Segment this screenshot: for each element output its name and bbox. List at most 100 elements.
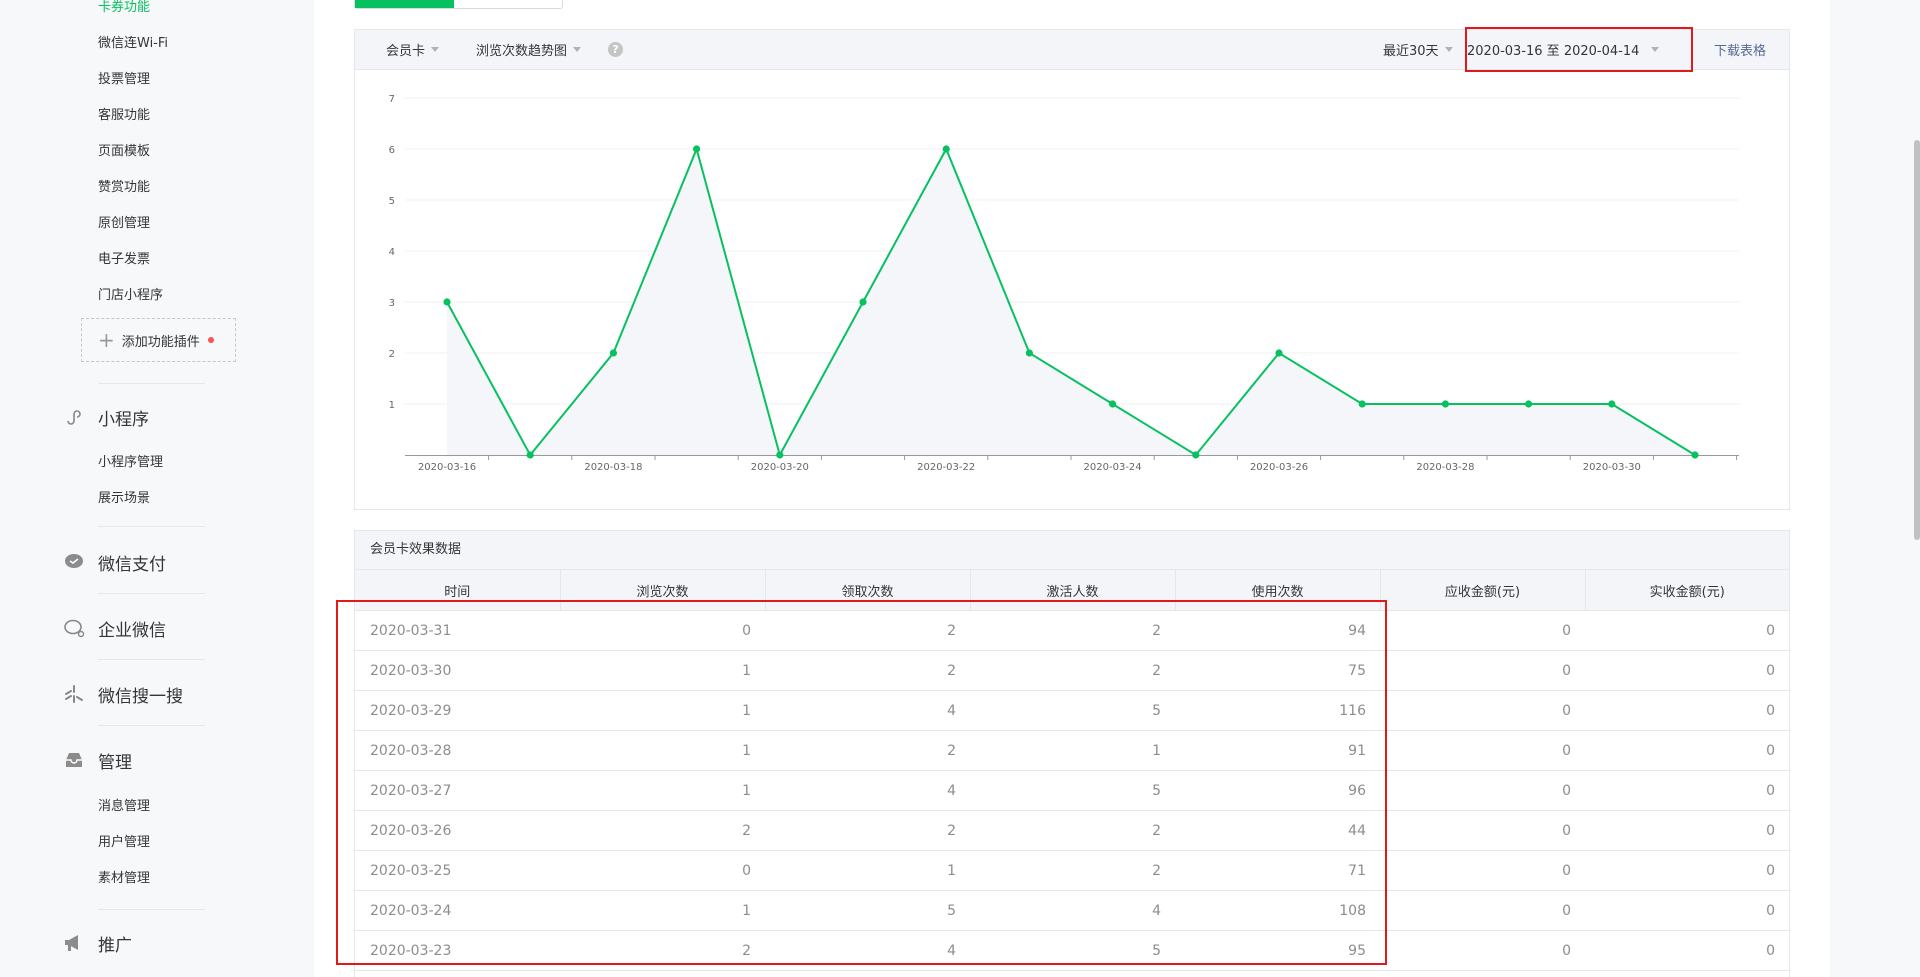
sidebar-item-vote[interactable]: 投票管理 — [98, 68, 150, 87]
period-select[interactable]: 最近30天 — [1383, 30, 1453, 69]
value-cell: 2 — [970, 650, 1175, 691]
table-row: 2020-03-25 0 1 2 71 0 0 — [355, 850, 1789, 891]
sidebar-item-customer-service[interactable]: 客服功能 — [98, 104, 150, 123]
value-cell: 0 — [1380, 890, 1585, 931]
value-cell: 0 — [560, 850, 765, 891]
value-cell: 5 — [765, 890, 970, 931]
sidebar-item-page-template[interactable]: 页面模板 — [98, 140, 150, 159]
column-header: 应收金额(元) — [1380, 570, 1586, 611]
value-cell: 44 — [1175, 810, 1380, 851]
value-cell: 5 — [970, 770, 1175, 811]
y-tick-label: 7 — [389, 94, 395, 105]
data-table-panel: 会员卡效果数据 时间 浏览次数 领取次数 激活人数 使用次数 应收金额(元) 实收金额(元)… — [354, 530, 1790, 977]
y-tick-label: 2 — [389, 349, 395, 360]
chevron-down-icon — [431, 47, 440, 52]
table-row: 2020-03-23 2 4 5 95 0 0 — [355, 930, 1789, 971]
sidebar-item-reward[interactable]: 赞赏功能 — [98, 176, 150, 195]
sidebar-section-mini-program[interactable]: 小程序 — [62, 404, 149, 430]
section-title: 管理 — [98, 752, 132, 773]
section-title: 小程序 — [98, 409, 149, 430]
sidebar-item-store-mini-program[interactable]: 门店小程序 — [98, 284, 163, 303]
value-cell: 0 — [1380, 650, 1585, 691]
data-point — [776, 451, 784, 459]
value-cell: 0 — [1380, 850, 1585, 891]
data-point — [1608, 400, 1616, 408]
value-cell: 0 — [1380, 610, 1585, 651]
add-plugin-label: 添加功能插件 — [121, 334, 200, 350]
sidebar-item-original[interactable]: 原创管理 — [98, 212, 150, 231]
table-row: 2020-03-28 1 2 1 91 0 0 — [355, 730, 1789, 771]
sidebar-section-enterprise-wechat[interactable]: 企业微信 — [62, 615, 166, 641]
value-cell: 0 — [1380, 930, 1585, 971]
value-cell: 91 — [1175, 730, 1380, 771]
sidebar-section-wechat-pay[interactable]: 微信支付 — [62, 549, 166, 575]
value-cell: 0 — [1585, 810, 1789, 851]
y-tick-label: 6 — [389, 145, 395, 156]
table-row: 2020-03-29 1 4 5 116 0 0 — [355, 690, 1789, 731]
sidebar-item-display-scene[interactable]: 展示场景 — [98, 487, 150, 506]
divider — [98, 725, 205, 726]
value-cell: 2 — [560, 810, 765, 851]
value-cell: 4 — [765, 770, 970, 811]
value-cell: 0 — [1585, 610, 1789, 651]
sidebar-item-coupon[interactable]: 卡券功能 — [98, 0, 150, 15]
sidebar-item-mini-program-manage[interactable]: 小程序管理 — [98, 451, 163, 470]
section-title: 微信支付 — [98, 554, 166, 575]
help-icon[interactable]: ? — [608, 42, 623, 57]
date-cell: 2020-03-30 — [355, 650, 560, 691]
y-tick-label: 1 — [389, 400, 395, 411]
value-cell: 1 — [970, 730, 1175, 771]
sidebar-section-manage[interactable]: 管理 — [62, 747, 132, 773]
table-header-row: 时间 浏览次数 领取次数 激活人数 使用次数 应收金额(元) 实收金额(元) — [355, 570, 1789, 611]
trend-chart: 1 2 3 4 5 6 7 2020-03-16 2020-03-18 2020-03-20 202… — [389, 94, 1739, 473]
sidebar-item-material-manage[interactable]: 素材管理 — [98, 867, 150, 886]
value-cell: 0 — [1380, 770, 1585, 811]
value-cell: 2 — [970, 850, 1175, 891]
wechat-pay-icon — [62, 550, 86, 574]
data-table: 时间 浏览次数 领取次数 激活人数 使用次数 应收金额(元) 实收金额(元) 2020-03… — [355, 570, 1789, 971]
chevron-down-icon — [1651, 47, 1660, 52]
value-cell: 1 — [560, 690, 765, 731]
wechat-search-icon — [62, 682, 86, 706]
card-type-select[interactable]: 会员卡 — [386, 30, 440, 69]
date-range-label: 2020-03-16 至 2020-04-14 — [1467, 44, 1640, 59]
value-cell: 2 — [970, 810, 1175, 851]
download-table-link[interactable]: 下载表格 — [1714, 30, 1766, 69]
sidebar-item-invoice[interactable]: 电子发票 — [98, 248, 150, 267]
section-title: 推广 — [98, 935, 132, 956]
divider — [98, 383, 205, 384]
value-cell: 0 — [1585, 890, 1789, 931]
tab-active[interactable] — [355, 0, 454, 8]
value-cell: 2 — [765, 810, 970, 851]
view-tab-switch[interactable] — [354, 0, 563, 9]
table-row: 2020-03-31 0 2 2 94 0 0 — [355, 610, 1789, 651]
value-cell: 1 — [560, 770, 765, 811]
divider — [98, 526, 205, 527]
add-plugin-button[interactable]: + 添加功能插件 — [81, 318, 236, 362]
x-tick-label: 2020-03-20 — [751, 462, 809, 473]
megaphone-icon — [62, 931, 86, 955]
sidebar-item-user-manage[interactable]: 用户管理 — [98, 831, 150, 850]
sidebar-item-wifi[interactable]: 微信连Wi-Fi — [98, 32, 168, 51]
data-point — [1275, 349, 1283, 357]
value-cell: 0 — [1585, 930, 1789, 971]
sidebar-section-promotion[interactable]: 推广 — [62, 930, 132, 956]
y-tick-label: 5 — [389, 196, 395, 207]
x-tick-label: 2020-03-30 — [1583, 462, 1641, 473]
sidebar-item-message-manage[interactable]: 消息管理 — [98, 795, 150, 814]
chart-type-select[interactable]: 浏览次数趋势图 — [476, 30, 582, 69]
value-cell: 116 — [1175, 690, 1380, 731]
vertical-scrollbar[interactable] — [1914, 140, 1920, 540]
column-header: 时间 — [355, 570, 561, 611]
sidebar-section-wechat-search[interactable]: 微信搜一搜 — [62, 681, 183, 707]
date-cell: 2020-03-23 — [355, 930, 560, 971]
date-range-picker[interactable]: 2020-03-16 至 2020-04-14 — [1467, 30, 1660, 69]
chart-toolbar: 会员卡 浏览次数趋势图 ? 最近30天 2020-03-16 至 2020-04… — [355, 30, 1789, 70]
date-cell: 2020-03-28 — [355, 730, 560, 771]
value-cell: 5 — [970, 930, 1175, 971]
date-cell: 2020-03-24 — [355, 890, 560, 931]
data-point — [1441, 400, 1449, 408]
x-tick-label: 2020-03-22 — [917, 462, 975, 473]
value-cell: 1 — [560, 890, 765, 931]
section-title: 企业微信 — [98, 620, 166, 641]
